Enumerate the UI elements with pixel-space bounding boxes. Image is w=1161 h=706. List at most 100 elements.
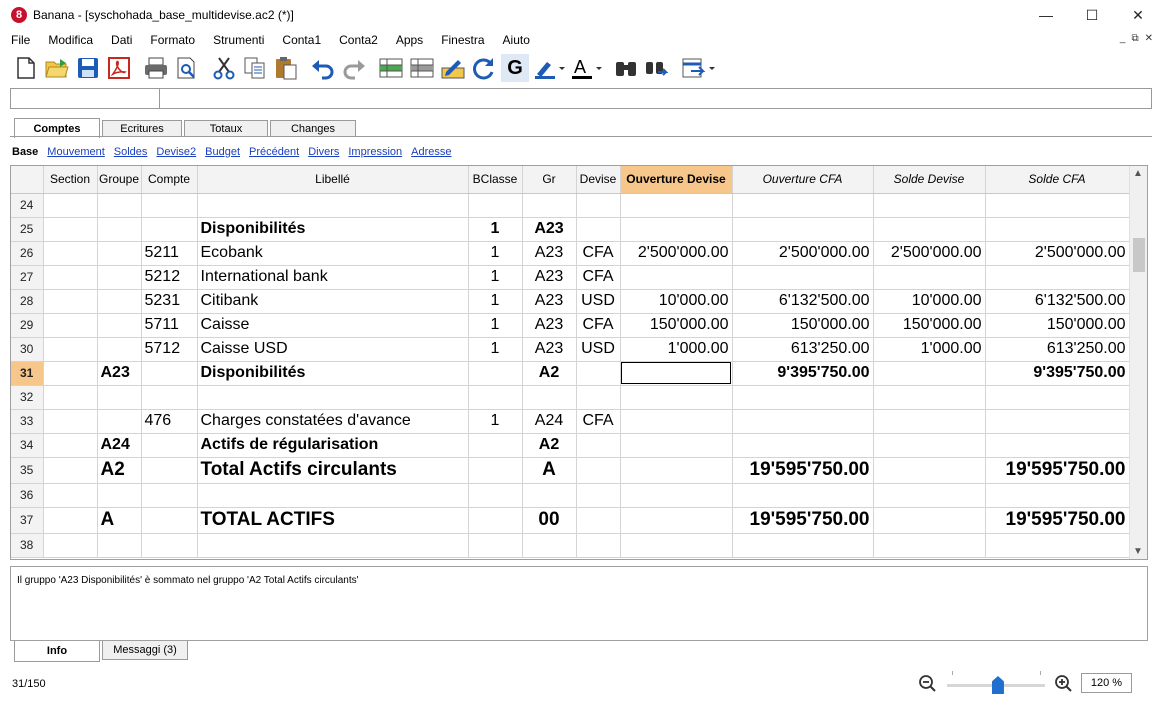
doc-close-icon[interactable]: ✕ [1145, 33, 1153, 44]
col-header-solde-cfa[interactable]: Solde CFA [985, 166, 1130, 194]
font-color-icon[interactable]: A [569, 54, 603, 82]
cell-gr[interactable]: A23 [522, 313, 577, 338]
cell-gr[interactable] [522, 533, 577, 558]
cell-ouverture-cfa[interactable]: 19'595'750.00 [732, 507, 874, 534]
cell-ouverture-cfa[interactable] [732, 483, 874, 508]
cell-bclasse[interactable] [468, 533, 523, 558]
cell-ouverture-cfa[interactable]: 9'395'750.00 [732, 361, 874, 386]
table-row[interactable]: 25 Disponibilités 1 A23 [11, 217, 1130, 242]
cell-section[interactable] [43, 289, 98, 314]
cell-compte[interactable] [141, 217, 198, 242]
cell-ouverture-devise[interactable] [620, 507, 733, 534]
cell-ouverture-cfa[interactable]: 150'000.00 [732, 313, 874, 338]
cell-section[interactable] [43, 217, 98, 242]
cell-gr[interactable]: A23 [522, 265, 577, 290]
open-folder-icon[interactable] [43, 54, 71, 82]
cell-section[interactable] [43, 533, 98, 558]
tab-ecritures[interactable]: Ecritures [102, 120, 182, 137]
cell-libelle[interactable]: Actifs de régularisation [197, 433, 469, 458]
tab-info[interactable]: Info [14, 641, 100, 662]
cell-devise[interactable] [576, 193, 621, 218]
cell-libelle[interactable]: TOTAL ACTIFS [197, 507, 469, 534]
zoom-in-icon[interactable] [1054, 674, 1074, 694]
cell-ouverture-devise[interactable] [620, 361, 733, 386]
cell-libelle[interactable]: Charges constatées d'avance [197, 409, 469, 434]
cell-solde-cfa[interactable]: 9'395'750.00 [985, 361, 1130, 386]
cell-ouverture-devise[interactable] [620, 217, 733, 242]
cell-compte[interactable] [141, 361, 198, 386]
tab-comptes[interactable]: Comptes [14, 118, 100, 138]
recalculate-icon[interactable] [470, 54, 498, 82]
table-row[interactable]: 30 5712 Caisse USD 1 A23 USD 1'000.00 613'250.0… [11, 337, 1130, 362]
cell-bclasse[interactable]: 1 [468, 241, 523, 266]
cell-ouverture-cfa[interactable] [732, 217, 874, 242]
zoom-percentage-field[interactable]: 120 % [1081, 673, 1132, 693]
cell-section[interactable] [43, 433, 98, 458]
cell-bclasse[interactable]: 1 [468, 265, 523, 290]
formula-input[interactable] [160, 88, 1152, 109]
table-row[interactable]: 36 [11, 483, 1130, 508]
vertical-scrollbar[interactable]: ▲ ▼ [1129, 166, 1147, 559]
cell-solde-devise[interactable]: 1'000.00 [873, 337, 986, 362]
new-file-icon[interactable] [12, 54, 40, 82]
cell-gr[interactable]: A23 [522, 289, 577, 314]
view-base[interactable]: Base [12, 146, 38, 158]
cell-groupe[interactable] [97, 337, 142, 362]
table-row[interactable]: 29 5711 Caisse 1 A23 CFA 150'000.00 150'000.00 1… [11, 313, 1130, 338]
col-header-gr[interactable]: Gr [522, 166, 577, 194]
replace-icon[interactable] [643, 54, 671, 82]
cell-compte[interactable]: 5212 [141, 265, 198, 290]
cell-section[interactable] [43, 265, 98, 290]
cell-section[interactable] [43, 507, 98, 534]
doc-restore-icon[interactable]: ⧉ [1131, 33, 1138, 44]
cell-compte[interactable]: 5712 [141, 337, 198, 362]
cell-ouverture-devise[interactable]: 10'000.00 [620, 289, 733, 314]
cell-gr[interactable]: A2 [522, 433, 577, 458]
cell-groupe[interactable]: A23 [97, 361, 142, 386]
menu-aiuto[interactable]: Aiuto [494, 30, 539, 50]
cell-devise[interactable] [576, 507, 621, 534]
col-header-groupe[interactable]: Groupe [97, 166, 142, 194]
find-icon[interactable] [612, 54, 640, 82]
cell-bclasse[interactable] [468, 361, 523, 386]
cell-solde-cfa[interactable]: 150'000.00 [985, 313, 1130, 338]
cell-groupe[interactable]: A [97, 507, 142, 534]
cell-solde-cfa[interactable] [985, 217, 1130, 242]
cell-solde-cfa[interactable] [985, 409, 1130, 434]
cell-bclasse[interactable]: 1 [468, 313, 523, 338]
cell-libelle[interactable] [197, 193, 469, 218]
tab-messaggi[interactable]: Messaggi (3) [102, 641, 188, 660]
cell-compte[interactable] [141, 507, 198, 534]
table-row[interactable]: 35 A2 Total Actifs circulants A 19'595'750.0… [11, 457, 1130, 484]
view-mouvement[interactable]: Mouvement [47, 146, 104, 158]
cell-section[interactable] [43, 385, 98, 410]
cell-section[interactable] [43, 483, 98, 508]
menu-finestra[interactable]: Finestra [432, 30, 493, 50]
cell-ouverture-devise[interactable] [620, 385, 733, 410]
menu-conta2[interactable]: Conta2 [330, 30, 387, 50]
view-devise2[interactable]: Devise2 [156, 146, 196, 158]
col-header-compte[interactable]: Compte [141, 166, 198, 194]
cell-solde-devise[interactable] [873, 265, 986, 290]
cut-icon[interactable] [210, 54, 238, 82]
cell-ouverture-cfa[interactable] [732, 533, 874, 558]
cell-ouverture-cfa[interactable] [732, 385, 874, 410]
scroll-up-icon[interactable]: ▲ [1133, 168, 1143, 179]
cell-bclasse[interactable]: 1 [468, 337, 523, 362]
cell-ouverture-cfa[interactable]: 613'250.00 [732, 337, 874, 362]
cell-libelle[interactable] [197, 483, 469, 508]
cell-bclasse[interactable] [468, 385, 523, 410]
zoom-slider-thumb[interactable] [991, 676, 1004, 694]
cell-ouverture-cfa[interactable]: 2'500'000.00 [732, 241, 874, 266]
highlighter-icon[interactable] [532, 54, 566, 82]
view-divers[interactable]: Divers [308, 146, 339, 158]
col-header-libelle[interactable]: Libellé [197, 166, 469, 194]
pdf-icon[interactable] [105, 54, 133, 82]
cell-groupe[interactable] [97, 409, 142, 434]
menu-conta1[interactable]: Conta1 [273, 30, 330, 50]
cell-groupe[interactable] [97, 265, 142, 290]
menu-apps[interactable]: Apps [387, 30, 432, 50]
cell-groupe[interactable] [97, 289, 142, 314]
cell-section[interactable] [43, 361, 98, 386]
cell-bclasse[interactable]: 1 [468, 217, 523, 242]
